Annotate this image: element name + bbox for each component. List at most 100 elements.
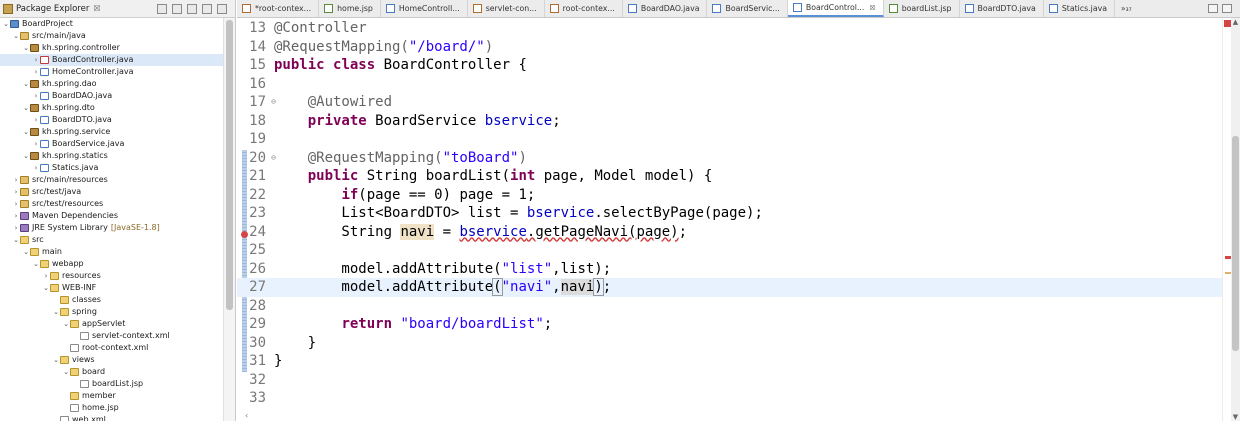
editor-scrollbar[interactable]: ▲ ▼ (1231, 18, 1240, 421)
tree-item[interactable]: ⌄ board (0, 366, 223, 378)
tree-item[interactable]: › BoardController.java (0, 54, 223, 66)
close-view-icon[interactable]: ☒ (93, 4, 100, 13)
overview-ruler[interactable] (1222, 18, 1231, 421)
maximize-editor-icon[interactable] (1222, 4, 1232, 13)
expanded-arrow-icon[interactable]: ⌄ (22, 246, 30, 258)
editor-tab[interactable]: root-contex... (545, 0, 623, 17)
tree-item[interactable]: › Maven Dependencies (0, 210, 223, 222)
editor-tab[interactable]: *root-contex... (237, 0, 320, 17)
code-line[interactable]: 20 ⊖ @RequestMapping("toBoard") (237, 149, 1222, 168)
tree-item[interactable]: › src/main/resources (0, 174, 223, 186)
error-summary-icon[interactable] (1224, 20, 1231, 27)
tree-item[interactable]: ⌄ kh.spring.dto (0, 102, 223, 114)
tree-item[interactable]: ⌄ src (0, 234, 223, 246)
tree-item[interactable]: ⌄ webapp (0, 258, 223, 270)
tree-item[interactable]: ⌄ kh.spring.service (0, 126, 223, 138)
explorer-scrollbar[interactable] (223, 18, 235, 421)
collapsed-arrow-icon[interactable]: › (12, 222, 20, 234)
collapsed-arrow-icon[interactable]: › (32, 162, 40, 174)
tree-item[interactable]: root-context.xml (0, 342, 223, 354)
editor-tab[interactable]: BoardDTO.java (960, 0, 1044, 17)
close-tab-icon[interactable]: ☒ (869, 4, 875, 12)
code-line[interactable]: 24 String navi = bservice.getPageNavi(pa… (237, 223, 1222, 242)
code-line[interactable]: 13 @Controller (237, 19, 1222, 38)
collapsed-arrow-icon[interactable]: › (32, 90, 40, 102)
code-text-area[interactable]: 13 @Controller 14 @RequestMapping("/board/"… (237, 18, 1222, 421)
code-line[interactable]: 21 public String boardList(int page, Mod… (237, 167, 1222, 186)
tree-item[interactable]: ⌄ main (0, 246, 223, 258)
code-line[interactable]: 26 model.addAttribute("list",list); (237, 260, 1222, 279)
collapse-all-icon[interactable] (157, 3, 167, 14)
editor-tab[interactable]: boardList.jsp (884, 0, 960, 17)
tree-item[interactable]: ⌄ WEB-INF (0, 282, 223, 294)
scroll-down-icon[interactable]: ▼ (1231, 413, 1240, 421)
code-line[interactable]: 18 private BoardService bservice; (237, 112, 1222, 131)
tab-overflow-button[interactable]: »₃₇ (1115, 0, 1138, 17)
tree-item[interactable]: ⌄ kh.spring.dao (0, 78, 223, 90)
code-line[interactable]: 30 } (237, 334, 1222, 353)
code-line[interactable]: 15 public class BoardController { (237, 56, 1222, 75)
code-line[interactable]: 25 (237, 241, 1222, 260)
collapsed-arrow-icon[interactable]: › (12, 210, 20, 222)
code-line[interactable]: 16 (237, 75, 1222, 94)
editor-tab-active[interactable]: BoardControl... ☒ (787, 0, 884, 17)
expanded-arrow-icon[interactable]: ⌄ (12, 234, 20, 246)
tree-item[interactable]: ⌄ kh.spring.controller (0, 42, 223, 54)
expanded-arrow-icon[interactable]: ⌄ (12, 30, 20, 42)
expanded-arrow-icon[interactable]: ⌄ (2, 18, 10, 30)
code-line[interactable]: 17 ⊖ @Autowired (237, 93, 1222, 112)
tree-item[interactable]: ⌄ src/main/java (0, 30, 223, 42)
collapsed-arrow-icon[interactable]: › (42, 270, 50, 282)
tree-item[interactable]: › JRE System Library [JavaSE-1.8] (0, 222, 223, 234)
tree-item[interactable]: › Statics.java (0, 162, 223, 174)
expanded-arrow-icon[interactable]: ⌄ (62, 366, 70, 378)
tree-item[interactable]: › src/test/resources (0, 198, 223, 210)
expanded-arrow-icon[interactable]: ⌄ (42, 282, 50, 294)
tree-item[interactable]: web.xml (0, 414, 223, 421)
tree-item[interactable]: boardList.jsp (0, 378, 223, 390)
tree-item[interactable]: ⌄ BoardProject (0, 18, 223, 30)
tree-item[interactable]: servlet-context.xml (0, 330, 223, 342)
code-line[interactable]: 22 if(page == 0) page = 1; (237, 186, 1222, 205)
collapsed-arrow-icon[interactable]: › (32, 114, 40, 126)
expanded-arrow-icon[interactable]: ⌄ (62, 318, 70, 330)
tree-item[interactable]: › BoardDAO.java (0, 90, 223, 102)
tree-item[interactable]: member (0, 390, 223, 402)
editor-tab[interactable]: servlet-con... (468, 0, 545, 17)
scroll-up-icon[interactable]: ▲ (1231, 18, 1240, 26)
tree-item[interactable]: › src/test/java (0, 186, 223, 198)
tree-item[interactable]: › resources (0, 270, 223, 282)
link-with-editor-icon[interactable] (172, 3, 182, 14)
editor-tab[interactable]: BoardServic... (707, 0, 788, 17)
tree-item[interactable]: home.jsp (0, 402, 223, 414)
expanded-arrow-icon[interactable]: ⌄ (22, 102, 30, 114)
tree-item[interactable]: › BoardService.java (0, 138, 223, 150)
collapsed-arrow-icon[interactable]: › (32, 54, 40, 66)
code-line[interactable]: 33 (237, 389, 1222, 408)
editor-tab[interactable]: Statics.java (1044, 0, 1115, 17)
expanded-arrow-icon[interactable]: ⌄ (22, 42, 30, 54)
code-line[interactable]: 32 (237, 371, 1222, 390)
explorer-scroll-thumb[interactable] (226, 20, 233, 310)
collapsed-arrow-icon[interactable]: › (32, 66, 40, 78)
fold-toggle-icon[interactable]: ⊖ (271, 153, 276, 162)
code-line[interactable]: 23 List<BoardDTO> list = bservice.select… (237, 204, 1222, 223)
collapsed-arrow-icon[interactable]: › (12, 174, 20, 186)
code-line[interactable]: 19 (237, 130, 1222, 149)
tree-item[interactable]: ⌄ views (0, 354, 223, 366)
editor-tab[interactable]: home.jsp (319, 0, 381, 17)
maximize-icon[interactable] (217, 3, 227, 14)
code-line[interactable]: 28 (237, 297, 1222, 316)
minimize-editor-icon[interactable] (1208, 4, 1218, 13)
code-line[interactable]: 14 @RequestMapping("/board/") (237, 38, 1222, 57)
tree-item[interactable]: › HomeController.java (0, 66, 223, 78)
tree-item[interactable]: › BoardDTO.java (0, 114, 223, 126)
expanded-arrow-icon[interactable]: ⌄ (22, 78, 30, 90)
editor-scroll-thumb[interactable] (1232, 136, 1239, 351)
view-menu-icon[interactable] (187, 3, 197, 14)
code-line[interactable]: 29 return "board/boardList"; (237, 315, 1222, 334)
minimize-icon[interactable] (202, 3, 212, 14)
fold-toggle-icon[interactable]: ⊖ (271, 97, 276, 106)
editor-tab[interactable]: HomeControll... (381, 0, 468, 17)
tree-item[interactable]: ⌄ kh.spring.statics (0, 150, 223, 162)
